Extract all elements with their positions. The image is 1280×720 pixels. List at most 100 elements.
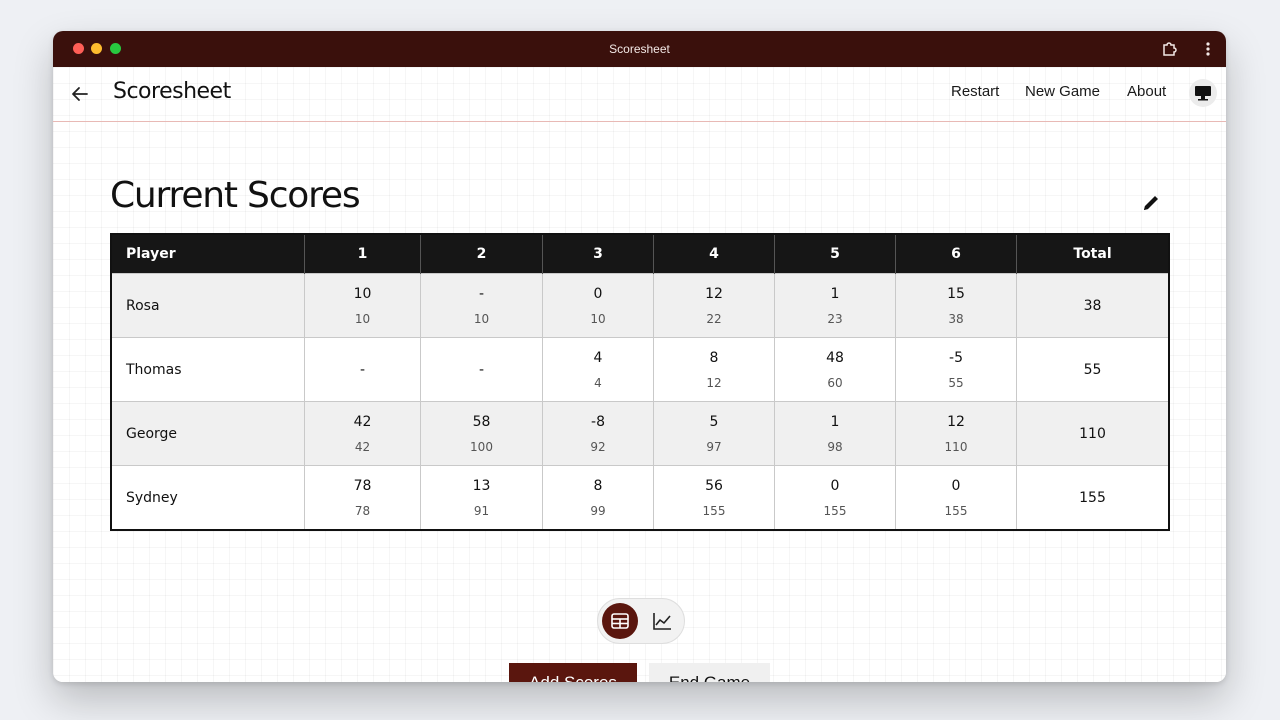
- kebab-menu-icon[interactable]: [1202, 40, 1214, 58]
- round-score: -5: [949, 349, 963, 366]
- column-header-round-1: 1: [304, 234, 421, 274]
- score-cell: - 10: [420, 273, 543, 338]
- round-score: 58: [472, 413, 491, 430]
- running-total: 22: [706, 311, 722, 326]
- round-score: 12: [947, 413, 965, 430]
- score-cell: 12 22: [653, 273, 775, 338]
- round-score: 12: [705, 285, 723, 302]
- running-total: 92: [590, 439, 606, 454]
- column-header-total: Total: [1016, 234, 1169, 274]
- round-score: 0: [951, 477, 961, 494]
- score-cell: 8 12: [653, 337, 775, 402]
- table-row: Rosa 10 10 -10 0 10 12 22 1 23 15 38 38: [110, 273, 1170, 338]
- score-cell: 1 98: [774, 401, 896, 466]
- add-scores-button[interactable]: Add Scores: [509, 663, 637, 682]
- monitor-icon: [1195, 86, 1211, 101]
- running-total: 23: [827, 311, 843, 326]
- running-total: 155: [823, 503, 847, 518]
- running-total: 78: [354, 503, 371, 518]
- about-link[interactable]: About: [1127, 83, 1166, 100]
- new-game-link[interactable]: New Game: [1025, 83, 1100, 100]
- running-total: 100: [470, 439, 493, 454]
- round-score: 8: [593, 477, 603, 494]
- score-cell: 15 38: [895, 273, 1017, 338]
- score-cell: 0 155: [895, 465, 1017, 531]
- score-cell: 42 42: [304, 401, 421, 466]
- round-score: 56: [705, 477, 723, 494]
- score-cell: 8 99: [542, 465, 654, 531]
- player-name: George: [110, 401, 305, 466]
- back-arrow-icon[interactable]: [69, 83, 91, 105]
- score-cell: -8 92: [542, 401, 654, 466]
- view-toggle: [597, 598, 685, 644]
- table-row: George 42 42 58 100 -8 92 5 97 1 98 12 110 110: [110, 401, 1170, 466]
- running-total: 98: [827, 439, 843, 454]
- column-header-round-2: 2: [420, 234, 543, 274]
- round-score: 48: [826, 349, 844, 366]
- score-cell: 0 155: [774, 465, 896, 531]
- round-score: 0: [593, 285, 603, 302]
- running-total: 10: [473, 311, 490, 326]
- app-window: Scoresheet Scoresheet Restart New Game A…: [53, 31, 1226, 682]
- puzzle-extension-icon[interactable]: [1161, 40, 1179, 58]
- top-navigation-bar: Scoresheet Restart New Game About: [53, 67, 1226, 122]
- score-cell: 10 10: [304, 273, 421, 338]
- round-score: -8: [591, 413, 605, 430]
- round-score: -: [359, 361, 366, 378]
- table-row: Sydney 78 78 13 91 8 99 56 155 0 155 0 155 155: [110, 465, 1170, 531]
- running-total: 110: [944, 439, 968, 454]
- score-cell: 1 23: [774, 273, 896, 338]
- window-titlebar: Scoresheet: [53, 31, 1226, 67]
- score-cell: 44: [542, 337, 654, 402]
- player-total: 55: [1016, 337, 1170, 402]
- score-cell: 48 60: [774, 337, 896, 402]
- running-total: 155: [702, 503, 726, 518]
- app-title: Scoresheet: [113, 79, 231, 104]
- running-total: 12: [706, 375, 722, 390]
- running-total: 10: [590, 311, 606, 326]
- running-total: 38: [948, 311, 964, 326]
- player-name: Thomas: [110, 337, 305, 402]
- table-view-button[interactable]: [602, 603, 638, 639]
- score-cell: -: [304, 337, 421, 402]
- score-cell: -: [420, 337, 543, 402]
- round-score: 5: [709, 413, 719, 430]
- round-score: 1: [830, 413, 840, 430]
- score-cell: -5 55: [895, 337, 1017, 402]
- table-header-row: Player 1 2 3 4 5 6 Total: [111, 234, 1169, 274]
- column-header-round-5: 5: [774, 234, 896, 274]
- running-total: 91: [473, 503, 490, 518]
- round-score: 78: [353, 477, 372, 494]
- score-cell: 78 78: [304, 465, 421, 531]
- running-total: 55: [948, 375, 964, 390]
- end-game-button[interactable]: End Game: [649, 663, 770, 682]
- window-title: Scoresheet: [609, 42, 670, 56]
- player-total: 38: [1016, 273, 1170, 338]
- column-header-round-6: 6: [895, 234, 1017, 274]
- column-header-round-4: 4: [653, 234, 775, 274]
- round-score: 13: [472, 477, 491, 494]
- table-icon: [611, 613, 629, 629]
- round-score: -: [478, 285, 485, 302]
- display-mode-button[interactable]: [1189, 79, 1217, 107]
- app-content: Scoresheet Restart New Game About Curren…: [53, 67, 1226, 682]
- running-total: 97: [706, 439, 722, 454]
- running-total: 4: [594, 375, 602, 390]
- pencil-edit-icon[interactable]: [1140, 192, 1162, 214]
- score-cell: 5 97: [653, 401, 775, 466]
- restart-link[interactable]: Restart: [951, 83, 999, 100]
- table-row: Thomas - - 44 8 12 48 60 -5 55 55: [110, 337, 1170, 402]
- column-header-player: Player: [111, 234, 305, 274]
- player-total: 110: [1016, 401, 1170, 466]
- player-name: Sydney: [110, 465, 305, 531]
- score-cell: 0 10: [542, 273, 654, 338]
- chart-view-button[interactable]: [644, 603, 680, 639]
- round-score: 42: [353, 413, 372, 430]
- score-cell: 56 155: [653, 465, 775, 531]
- running-total: 99: [590, 503, 606, 518]
- running-total: 60: [827, 375, 843, 390]
- running-total: 155: [944, 503, 968, 518]
- round-score: 10: [353, 285, 372, 302]
- round-score: 4: [593, 349, 603, 366]
- score-cell: 58 100: [420, 401, 543, 466]
